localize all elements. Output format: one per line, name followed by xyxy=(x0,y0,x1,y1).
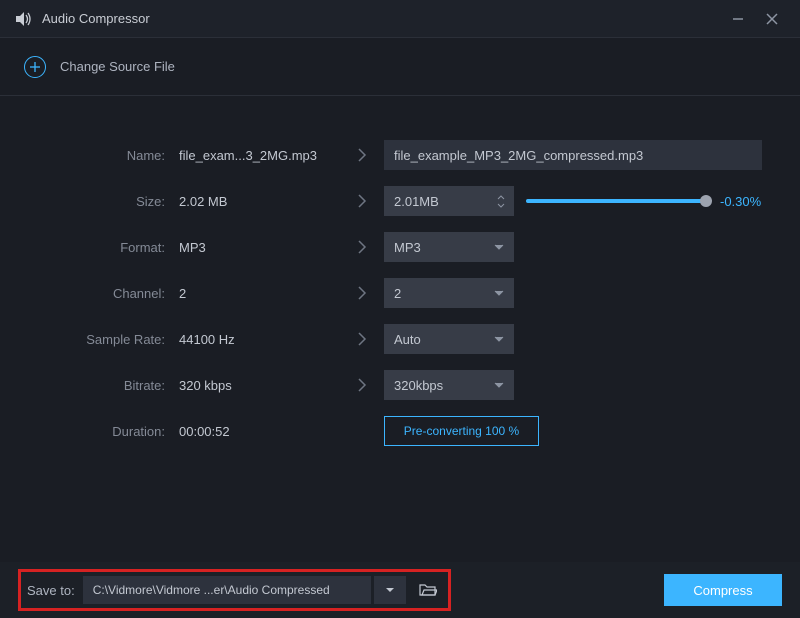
row-channel: Channel: 2 2 xyxy=(30,270,770,316)
size-output: 2.01MB xyxy=(394,194,439,209)
compress-button[interactable]: Compress xyxy=(664,574,782,606)
bitrate-output: 320kbps xyxy=(394,378,443,393)
stepper-down-icon[interactable] xyxy=(494,202,508,208)
change-source-label: Change Source File xyxy=(60,59,175,74)
size-stepper[interactable]: 2.01MB xyxy=(384,186,514,216)
save-to-group: Save to: C:\Vidmore\Vidmore ...er\Audio … xyxy=(18,569,451,611)
save-path-field[interactable]: C:\Vidmore\Vidmore ...er\Audio Compresse… xyxy=(83,576,371,604)
arrow-icon xyxy=(340,239,384,255)
row-bitrate: Bitrate: 320 kbps 320kbps xyxy=(30,362,770,408)
change-source-bar[interactable]: Change Source File xyxy=(0,38,800,96)
row-size: Size: 2.02 MB 2.01MB -0.30% xyxy=(30,178,770,224)
sample-rate-source: 44100 Hz xyxy=(175,332,340,347)
folder-icon xyxy=(419,583,437,597)
chevron-down-icon xyxy=(494,336,504,342)
app-icon xyxy=(14,12,32,26)
arrow-icon xyxy=(340,377,384,393)
arrow-icon xyxy=(340,331,384,347)
footer-bar: Save to: C:\Vidmore\Vidmore ...er\Audio … xyxy=(0,562,800,618)
arrow-icon xyxy=(340,147,384,163)
chevron-down-icon xyxy=(494,382,504,388)
channel-select[interactable]: 2 xyxy=(384,278,514,308)
sample-rate-label: Sample Rate: xyxy=(30,332,175,347)
bitrate-select[interactable]: 320kbps xyxy=(384,370,514,400)
arrow-icon xyxy=(340,193,384,209)
channel-output: 2 xyxy=(394,286,401,301)
size-delta: -0.30% xyxy=(720,194,761,209)
format-select[interactable]: MP3 xyxy=(384,232,514,262)
title-bar: Audio Compressor xyxy=(0,0,800,38)
channel-source: 2 xyxy=(175,286,340,301)
channel-label: Channel: xyxy=(30,286,175,301)
add-icon xyxy=(24,56,46,78)
row-sample-rate: Sample Rate: 44100 Hz Auto xyxy=(30,316,770,362)
name-source: file_exam...3_2MG.mp3 xyxy=(175,148,340,163)
save-path-dropdown[interactable] xyxy=(374,576,406,604)
open-folder-button[interactable] xyxy=(414,576,442,604)
chevron-down-icon xyxy=(385,587,395,593)
row-format: Format: MP3 MP3 xyxy=(30,224,770,270)
sample-rate-select[interactable]: Auto xyxy=(384,324,514,354)
size-slider[interactable] xyxy=(526,199,706,203)
chevron-down-icon xyxy=(494,290,504,296)
settings-form: Name: file_exam...3_2MG.mp3 Size: 2.02 M… xyxy=(0,96,800,454)
bitrate-source: 320 kbps xyxy=(175,378,340,393)
chevron-down-icon xyxy=(494,244,504,250)
sample-rate-output: Auto xyxy=(394,332,421,347)
bitrate-label: Bitrate: xyxy=(30,378,175,393)
slider-knob[interactable] xyxy=(700,195,712,207)
size-label: Size: xyxy=(30,194,175,209)
stepper-up-icon[interactable] xyxy=(494,194,508,200)
format-output: MP3 xyxy=(394,240,421,255)
output-name-input[interactable] xyxy=(384,140,762,170)
app-title: Audio Compressor xyxy=(42,11,150,26)
minimize-button[interactable] xyxy=(724,5,752,33)
row-duration: Duration: 00:00:52 Pre-converting 100 % xyxy=(30,408,770,454)
format-label: Format: xyxy=(30,240,175,255)
duration-source: 00:00:52 xyxy=(175,424,340,439)
duration-label: Duration: xyxy=(30,424,175,439)
format-source: MP3 xyxy=(175,240,340,255)
preconvert-button[interactable]: Pre-converting 100 % xyxy=(384,416,539,446)
arrow-icon xyxy=(340,285,384,301)
close-button[interactable] xyxy=(758,5,786,33)
save-to-label: Save to: xyxy=(27,583,75,598)
size-source: 2.02 MB xyxy=(175,194,340,209)
row-name: Name: file_exam...3_2MG.mp3 xyxy=(30,132,770,178)
name-label: Name: xyxy=(30,148,175,163)
